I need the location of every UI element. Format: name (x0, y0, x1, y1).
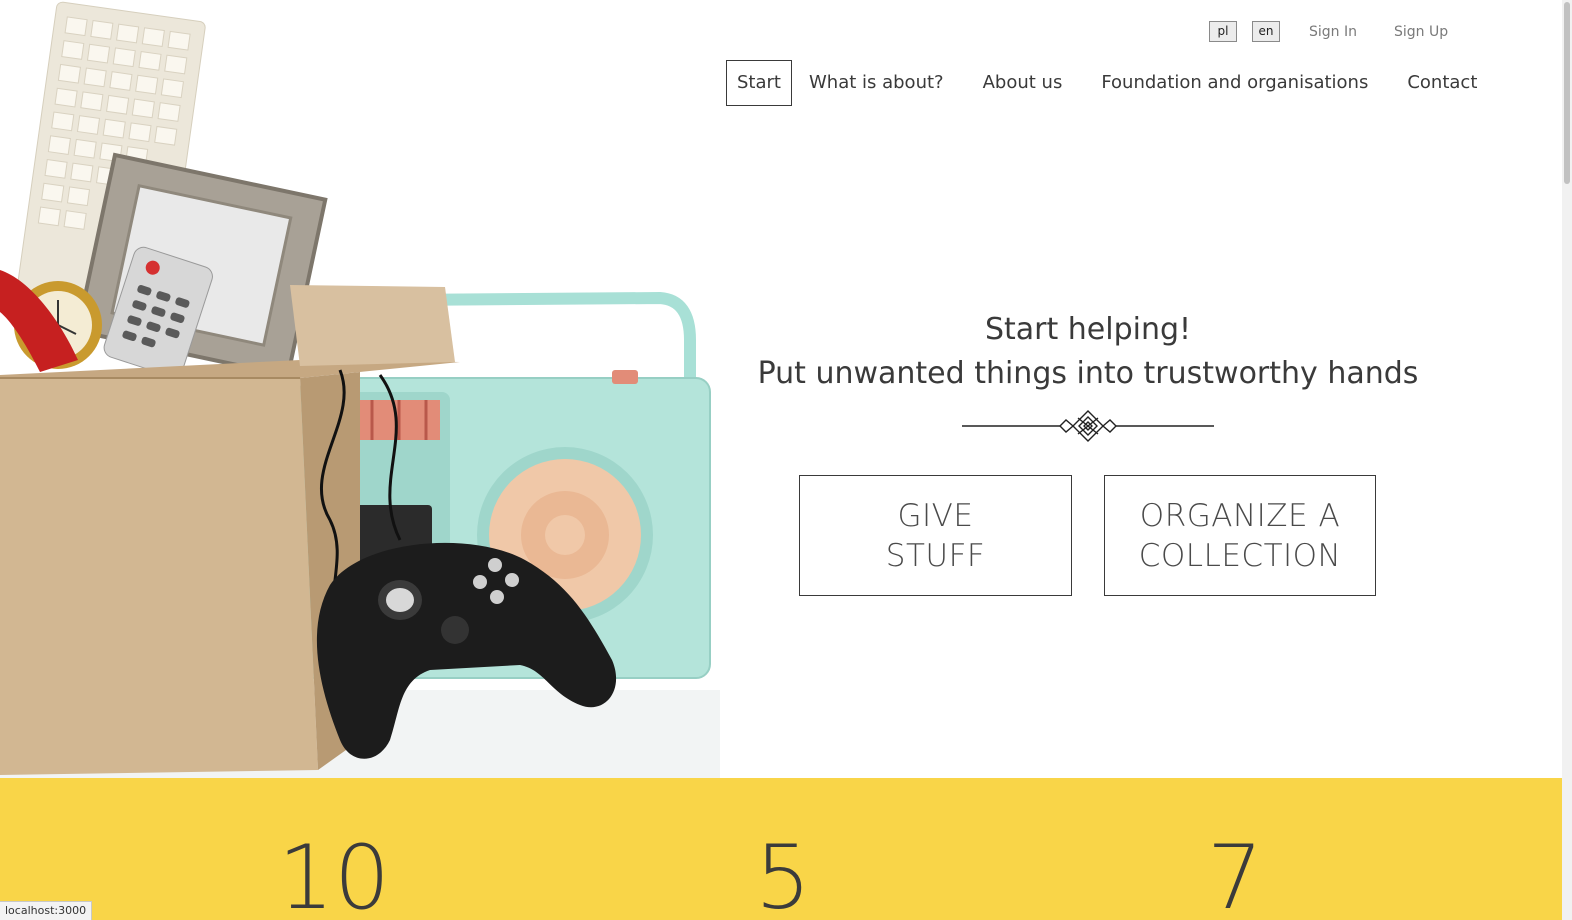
stat-first: 10 (278, 826, 390, 920)
language-switcher: pl en (1209, 21, 1280, 42)
stat-second: 5 (755, 826, 811, 920)
page-scrollbar[interactable] (1562, 0, 1572, 920)
main-nav: Start What is about? About us Foundation… (726, 60, 1488, 106)
nav-contact[interactable]: Contact (1396, 60, 1488, 106)
sign-in-link[interactable]: Sign In (1309, 24, 1357, 40)
hero-title: Start helping! (984, 312, 1192, 347)
decoration-ornament-icon (962, 410, 1214, 442)
hero-headline: Start helping! Put unwanted things into … (730, 308, 1446, 396)
lang-pl-button[interactable]: pl (1209, 21, 1237, 42)
hero-subtitle: Put unwanted things into trustworthy han… (757, 356, 1419, 391)
nav-start[interactable]: Start (726, 60, 792, 106)
give-stuff-line1: GIVE (897, 497, 974, 534)
nav-what-is-about[interactable]: What is about? (798, 60, 955, 106)
hero-image (0, 1, 720, 778)
sign-up-link[interactable]: Sign Up (1394, 24, 1448, 40)
stat-third: 7 (1207, 826, 1263, 920)
browser-status-bar: localhost:3000 (0, 901, 93, 920)
nav-about-us[interactable]: About us (972, 60, 1074, 106)
organize-line2: COLLECTION (1138, 537, 1342, 574)
nav-foundations[interactable]: Foundation and organisations (1090, 60, 1379, 106)
organize-line1: ORGANIZE A (1139, 497, 1341, 534)
give-stuff-line2: STUFF (885, 537, 986, 574)
hero-section: pl en Sign In Sign Up Start What is abou… (0, 0, 1562, 778)
scrollbar-thumb[interactable] (1564, 2, 1570, 184)
organize-collection-button[interactable]: ORGANIZE A COLLECTION (1104, 475, 1376, 596)
lang-en-button[interactable]: en (1252, 21, 1280, 42)
stats-section: 10 5 7 (0, 778, 1562, 920)
auth-links: Sign In Sign Up (1309, 24, 1448, 40)
give-stuff-button[interactable]: GIVE STUFF (799, 475, 1072, 596)
